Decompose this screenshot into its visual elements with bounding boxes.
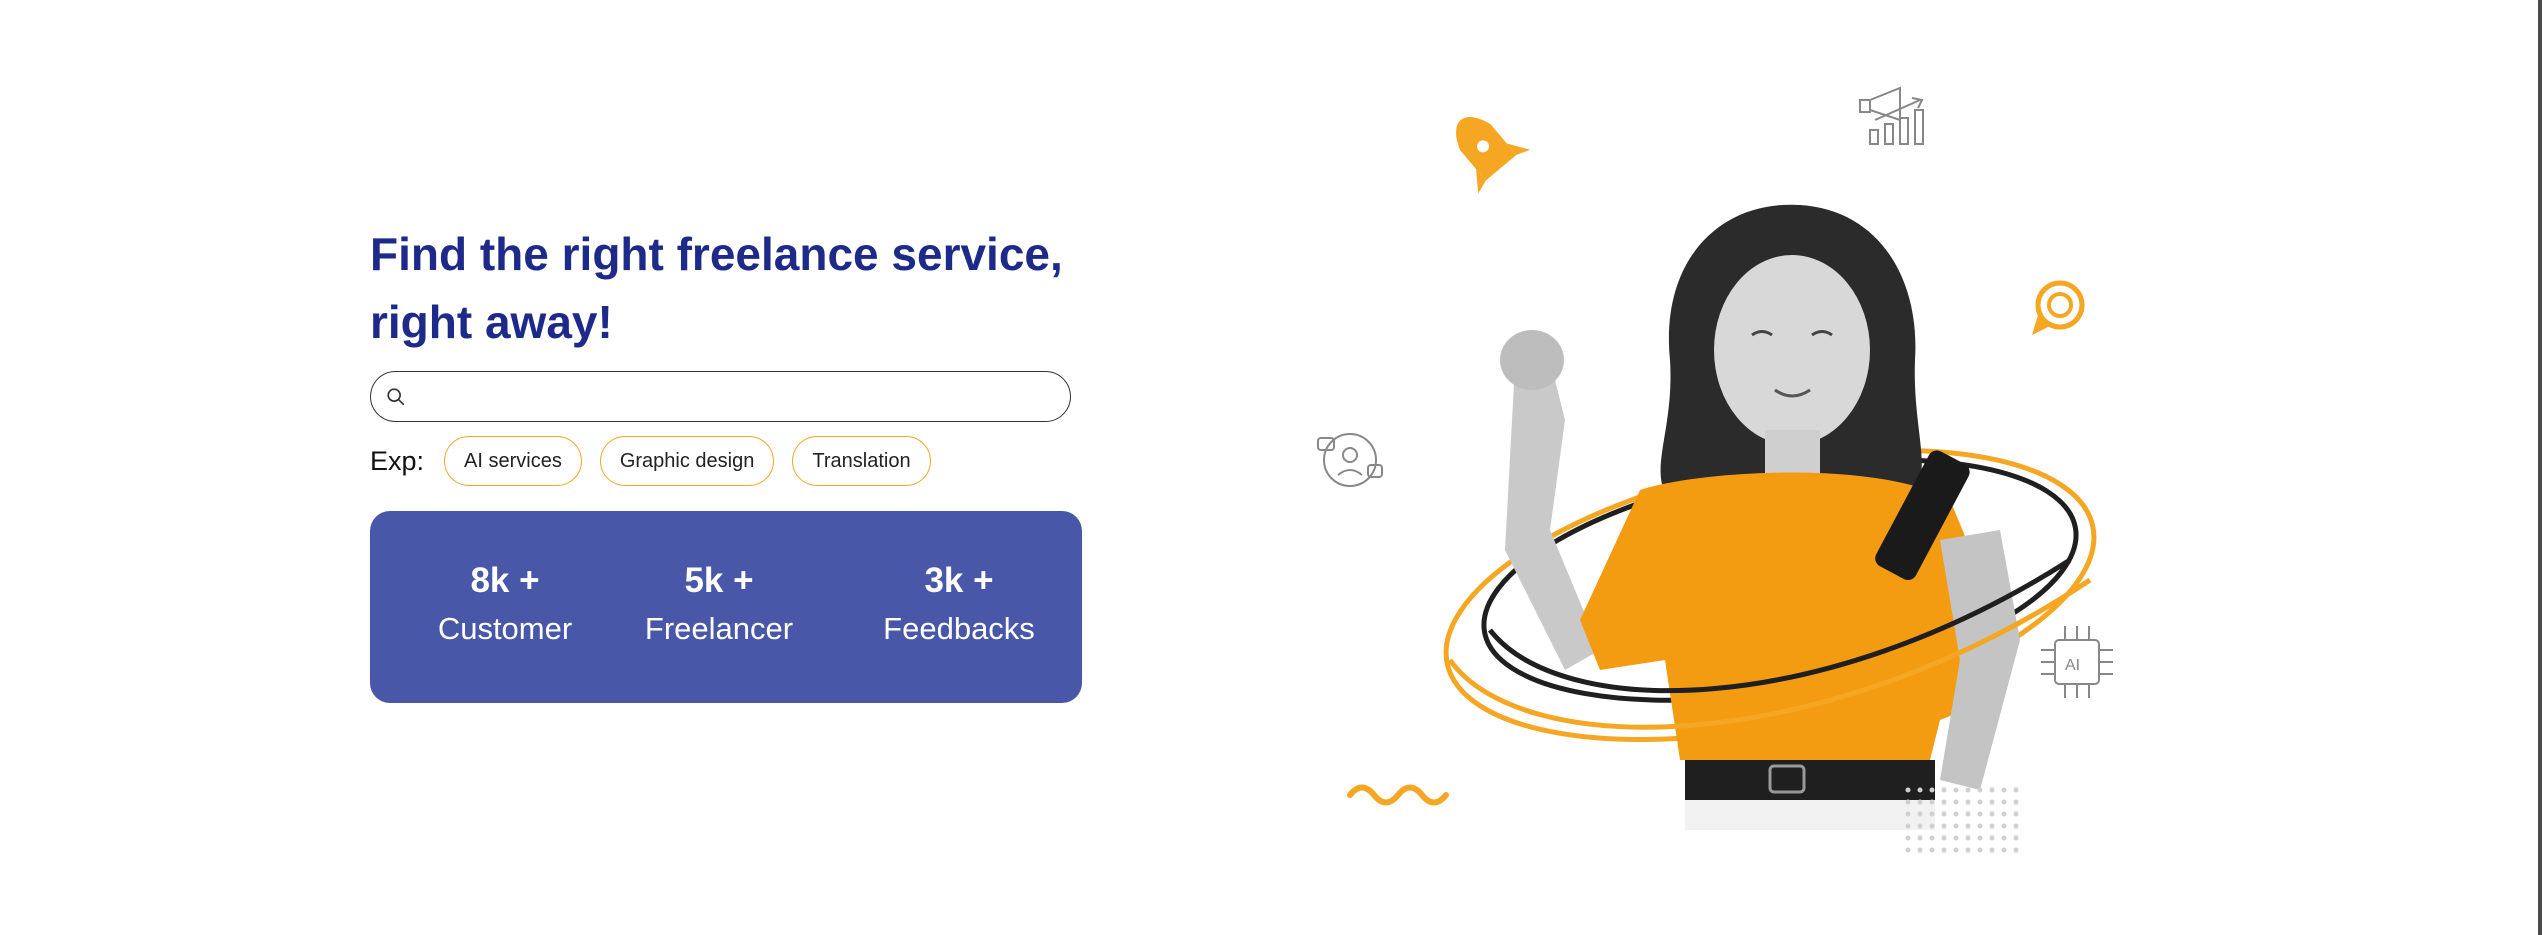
stat-label: Feedbacks (883, 611, 1035, 646)
rocket-icon (1456, 116, 1531, 194)
lightbulb-target-icon (2032, 280, 2085, 335)
hero-title-line-1: Find the right freelance service, (370, 228, 1063, 280)
chip-translation[interactable]: Translation (792, 436, 931, 486)
megaphone-chart-icon (1859, 86, 1924, 145)
user-chat-icon (1317, 433, 1383, 487)
chip-ai-services[interactable]: AI services (444, 436, 582, 486)
stat-label: Freelancer (644, 611, 794, 646)
hero-title: Find the right freelance service, right … (370, 220, 1090, 356)
search-box[interactable] (370, 371, 1071, 422)
hero-illustration: AI (1317, 86, 2113, 853)
chip-graphic-design[interactable]: Graphic design (599, 436, 775, 486)
wave-decoration (1347, 784, 1449, 806)
stat-label: Customer (437, 611, 573, 646)
stat-feedbacks: 3k + Feedbacks (859, 559, 1059, 655)
stat-customers: 8k + Customer (405, 559, 605, 655)
search-icon (387, 387, 405, 405)
stat-value: 8k + (470, 561, 540, 600)
stat-freelancers: 5k + Freelancer (619, 559, 819, 655)
landing-page: Find the right freelance service, right … (0, 0, 2542, 935)
window-edge (2538, 0, 2542, 935)
stat-value: 5k + (684, 561, 754, 600)
example-searches: Exp: AI services Graphic design Translat… (370, 435, 931, 487)
examples-label: Exp: (370, 445, 425, 476)
search-input[interactable] (407, 376, 1070, 417)
stat-value: 3k + (924, 561, 994, 600)
svg-text:AI: AI (2065, 657, 2080, 674)
ai-chip-icon: AI (2041, 626, 2113, 698)
hero-title-line-2: right away! (370, 296, 613, 348)
stats-card: 8k + Customer 5k + Freelancer 3k + Feedb… (370, 511, 1082, 703)
